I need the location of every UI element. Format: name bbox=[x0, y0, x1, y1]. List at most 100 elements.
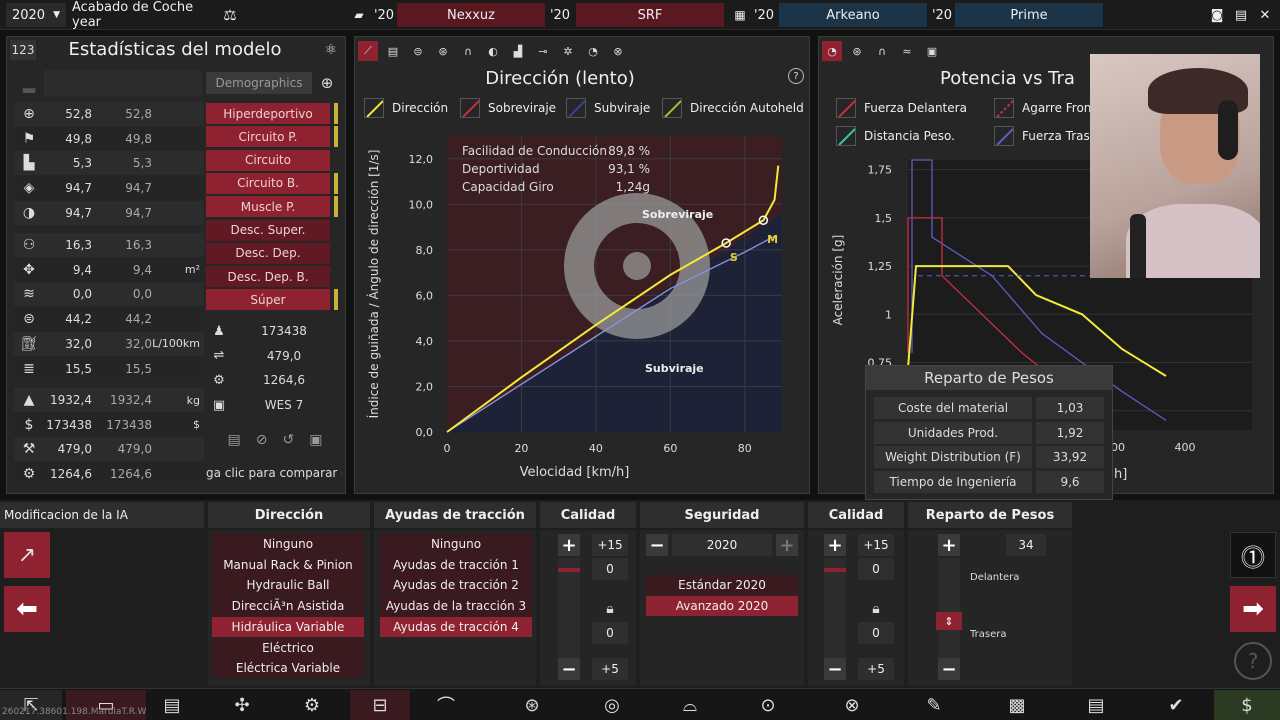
quality-2-plus-button[interactable]: + bbox=[824, 534, 846, 556]
clipboard-icon[interactable]: ▤ bbox=[228, 432, 241, 448]
save-icon[interactable]: ▤ bbox=[1230, 3, 1252, 27]
camera-icon[interactable]: ◙ bbox=[1206, 3, 1228, 27]
engine-tab-icon[interactable]: ▤ bbox=[383, 41, 403, 61]
option-item[interactable]: Ninguno bbox=[380, 534, 532, 554]
link-tab-icon[interactable]: ⊸ bbox=[533, 41, 553, 61]
forward-arrow-icon[interactable]: ➡ bbox=[1230, 586, 1276, 632]
network-icon[interactable]: ⚛ bbox=[320, 40, 342, 60]
competitor-3[interactable]: Arkeano bbox=[779, 3, 927, 27]
safety-plus-button[interactable]: + bbox=[776, 534, 798, 556]
option-item[interactable]: Eléctrico bbox=[212, 637, 364, 658]
speedometer-tab-icon[interactable]: ◔ bbox=[822, 41, 842, 61]
safety-minus-button[interactable]: − bbox=[646, 534, 668, 556]
weight-minus-button[interactable]: − bbox=[938, 658, 960, 680]
nav-brake-icon[interactable]: ◎ bbox=[592, 690, 632, 720]
safety-option[interactable]: Estándar 2020 bbox=[646, 575, 798, 595]
option-item[interactable]: Ayudas de tracción 1 bbox=[380, 554, 532, 575]
nav-paint-icon[interactable]: ✎ bbox=[914, 690, 954, 720]
option-item[interactable]: Ayudas de la tracción 3 bbox=[380, 596, 532, 617]
nav-market-icon[interactable]: $ bbox=[1214, 690, 1280, 720]
demographic-item[interactable]: Desc. Super. bbox=[206, 219, 330, 241]
nav-interior-icon[interactable]: ⊙ bbox=[748, 690, 788, 720]
undo-icon[interactable]: ↺ bbox=[283, 432, 295, 448]
legend-swatch bbox=[364, 98, 384, 118]
nav-drivetrain-icon[interactable]: ⚙ bbox=[288, 690, 336, 720]
weight-slider-handle[interactable]: ⇕ bbox=[936, 612, 962, 630]
copy-icon[interactable]: ▣ bbox=[309, 432, 322, 448]
quality-2-slider[interactable] bbox=[824, 558, 846, 658]
weight-plus-button[interactable]: + bbox=[938, 534, 960, 556]
demographic-item[interactable]: Circuito P. bbox=[206, 126, 330, 148]
finish-label: Acabado de Coche year bbox=[72, 0, 194, 30]
nav-suspension-icon[interactable]: ✣ bbox=[218, 690, 266, 720]
quality-1-plus-button[interactable]: + bbox=[558, 534, 580, 556]
option-item[interactable]: Hydraulic Ball bbox=[212, 575, 364, 596]
nav-testing-icon[interactable]: ▩ bbox=[992, 690, 1042, 720]
stats-header-bar bbox=[44, 70, 202, 96]
option-item[interactable]: Ayudas de tracción 2 bbox=[380, 575, 532, 596]
demographic-item[interactable]: Desc. Dep. bbox=[206, 242, 330, 264]
nav-chassis-icon[interactable]: ▤ bbox=[148, 690, 196, 720]
option-item[interactable]: Hidráulica Variable bbox=[212, 616, 364, 637]
graph-button-icon[interactable]: ↗ bbox=[4, 532, 50, 578]
nav-wheel-icon[interactable]: ⊛ bbox=[512, 690, 552, 720]
gauge-tab-icon[interactable]: ◔ bbox=[583, 41, 603, 61]
help-icon[interactable]: ? bbox=[788, 68, 804, 84]
wheel-tab-icon[interactable]: ⊛ bbox=[433, 41, 453, 61]
globe-icon[interactable]: ⊕ bbox=[316, 72, 338, 94]
gear-tab-icon[interactable]: ✲ bbox=[558, 41, 578, 61]
quality-1-minus-button[interactable]: − bbox=[558, 658, 580, 680]
competitor-2[interactable]: SRF bbox=[576, 3, 724, 27]
wave-tab-icon[interactable]: ≈ bbox=[897, 41, 917, 61]
fuel-tab-icon[interactable]: ▣ bbox=[922, 41, 942, 61]
quality-1-top-value: +15 bbox=[592, 534, 628, 556]
demographic-item[interactable]: Circuito bbox=[206, 149, 330, 171]
quality-1-slider[interactable] bbox=[558, 558, 580, 658]
seat-tab-icon[interactable]: ▟ bbox=[508, 41, 528, 61]
arch-tab-icon[interactable]: ∩ bbox=[458, 41, 478, 61]
demographic-item[interactable]: Hiperdeportivo bbox=[206, 103, 330, 124]
quality-2-minus-button[interactable]: − bbox=[824, 658, 846, 680]
safety-option[interactable]: Avanzado 2020 bbox=[646, 596, 798, 616]
stat-compare-value: 1932,4 bbox=[110, 393, 152, 407]
close-icon[interactable]: ✕ bbox=[1254, 3, 1276, 27]
weight-row: Tiempo de Ingeniería 9,6 bbox=[874, 471, 1104, 493]
nav-confirm-icon[interactable]: ✔ bbox=[1156, 690, 1196, 720]
scale-icon[interactable]: ⚖ bbox=[216, 3, 244, 27]
option-item[interactable]: DirecciÃ³n Asistida bbox=[212, 596, 364, 617]
demographic-item[interactable]: Súper bbox=[206, 289, 330, 311]
back-arrow-icon[interactable]: ⬅ bbox=[4, 586, 50, 632]
summary-icon: ⚙ bbox=[213, 372, 225, 388]
demographics-tab[interactable]: Demographics bbox=[206, 72, 312, 94]
weight-slider[interactable] bbox=[938, 558, 960, 658]
demographic-item[interactable]: Muscle P. bbox=[206, 196, 330, 218]
competitor-1[interactable]: Nexxuz bbox=[397, 3, 545, 27]
car-tab-icon[interactable]: ⊜ bbox=[408, 41, 428, 61]
drivetrain-tab-icon[interactable]: ⊗ bbox=[608, 41, 628, 61]
tire-tab-icon[interactable]: ⊛ bbox=[847, 41, 867, 61]
nav-engine-icon[interactable]: ⌒ bbox=[426, 690, 466, 720]
competitor-year-4: '20 bbox=[931, 7, 953, 23]
nav-aero-icon[interactable]: ⌓ bbox=[660, 690, 720, 720]
warning-icon[interactable]: ⓵ bbox=[1230, 532, 1276, 578]
nav-car-design-icon[interactable]: ⊟ bbox=[350, 690, 410, 720]
nav-summary-icon[interactable]: ▤ bbox=[1076, 690, 1116, 720]
option-item[interactable]: Manual Rack & Pinion bbox=[212, 554, 364, 575]
lock-icon[interactable]: 🔒︎ bbox=[862, 598, 890, 620]
nav-fixtures-icon[interactable]: ⊗ bbox=[832, 690, 872, 720]
stat-row: ◑ 94,7 94,7 bbox=[14, 200, 204, 225]
lock-icon[interactable]: 🔒︎ bbox=[596, 598, 624, 620]
help-circle-icon[interactable]: ? bbox=[1234, 642, 1272, 680]
option-item[interactable]: Ayudas de tracción 4 bbox=[380, 616, 532, 637]
demographic-item[interactable]: Circuito B. bbox=[206, 172, 330, 194]
option-item[interactable]: Eléctrica Variable bbox=[212, 658, 364, 679]
arch-tab-icon[interactable]: ∩ bbox=[872, 41, 892, 61]
year-select[interactable]: 2020 ▼ bbox=[6, 3, 66, 27]
option-item[interactable]: Ninguno bbox=[212, 534, 364, 554]
demographic-item[interactable]: Desc. Dep. B. bbox=[206, 266, 330, 288]
chart-tab-icon[interactable]: ⟋ bbox=[358, 41, 378, 61]
weight-icon: ▲ bbox=[23, 392, 35, 408]
competitor-4[interactable]: Prime bbox=[955, 3, 1103, 27]
brake-tab-icon[interactable]: ◐ bbox=[483, 41, 503, 61]
block-icon[interactable]: ⊘ bbox=[256, 432, 268, 448]
